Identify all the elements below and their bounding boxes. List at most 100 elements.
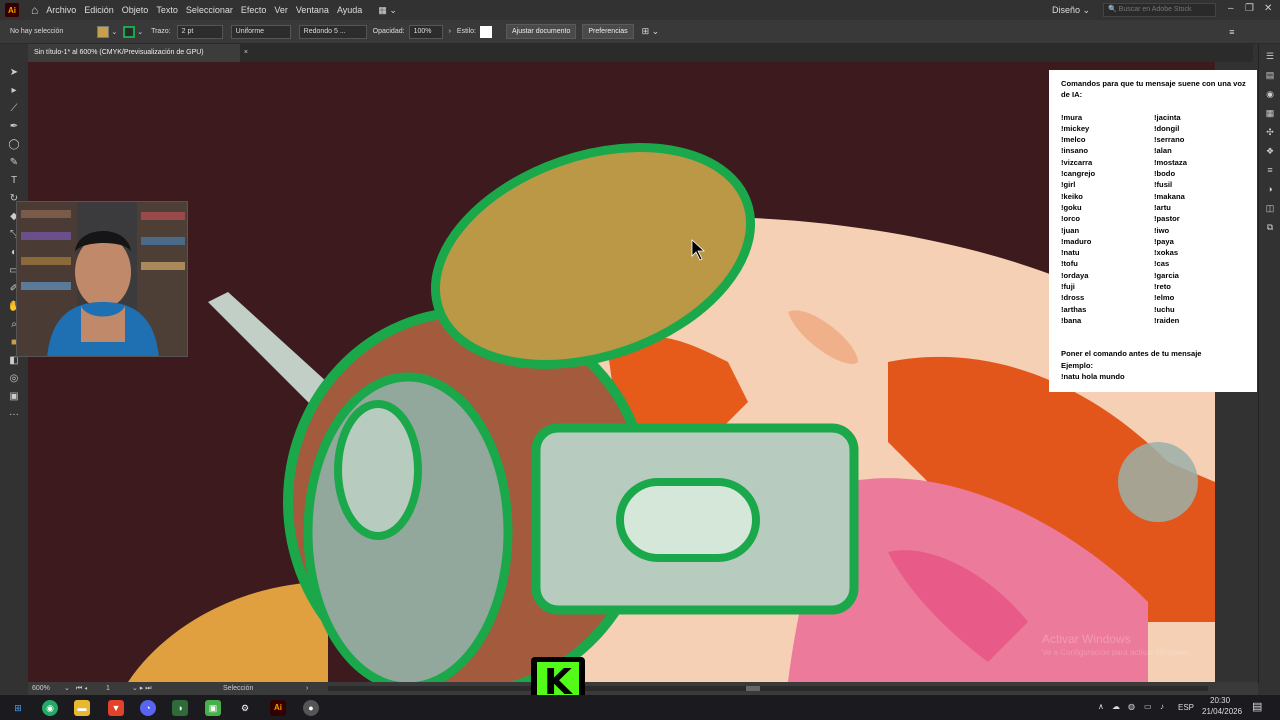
gray-window-shape <box>334 400 422 540</box>
zoom-dropdown-icon[interactable]: ⌄ <box>64 682 70 695</box>
scrollbar-thumb[interactable] <box>746 686 760 691</box>
artboards-panel-icon[interactable]: ⧉ <box>1263 220 1277 234</box>
preferences-button[interactable]: Preferencias <box>582 24 634 39</box>
list-item: !mickey <box>1061 123 1090 133</box>
menu-ventana[interactable]: Ventana <box>296 5 329 15</box>
list-item: !garcia <box>1154 270 1179 280</box>
list-item: !makana <box>1154 191 1185 201</box>
arrange-documents-icon[interactable]: ▦ ⌄ <box>378 5 397 16</box>
restore-icon[interactable]: ❐ <box>1245 0 1254 20</box>
tray-app-icon[interactable]: ☁ <box>1112 702 1120 711</box>
pen-tool-icon[interactable]: ✒ <box>7 120 21 134</box>
list-item: !melco <box>1061 135 1086 145</box>
obs-icon[interactable]: ● <box>303 700 319 716</box>
opacity-label[interactable]: Opacidad: <box>373 28 405 35</box>
fill-dropdown-icon[interactable]: ⌄ <box>111 28 117 36</box>
chrome-icon[interactable]: ◉ <box>42 700 58 716</box>
more-tools-icon[interactable]: ··· <box>7 408 21 422</box>
notifications-icon[interactable]: ▤ <box>1252 700 1262 713</box>
draw-mode-icon[interactable]: ◎ <box>7 372 21 386</box>
menu-objeto[interactable]: Objeto <box>122 5 149 15</box>
align-icon[interactable]: ⊞ ⌄ <box>642 26 660 37</box>
brave-icon[interactable]: ▼ <box>108 700 124 716</box>
stroke-panel-icon[interactable]: ≡ <box>1263 163 1277 177</box>
adjust-document-button[interactable]: Ajustar documento <box>505 24 577 39</box>
opacity-value: 100% <box>413 27 432 35</box>
menu-texto[interactable]: Texto <box>156 5 178 15</box>
list-item: !mura <box>1061 112 1083 122</box>
horizontal-scrollbar[interactable] <box>328 686 1208 691</box>
stroke-label[interactable]: Trazo: <box>151 28 171 35</box>
zoom-level[interactable]: 600% <box>32 682 50 695</box>
magic-wand-tool-icon[interactable]: ⟋ <box>7 102 21 116</box>
properties-panel-icon[interactable]: ☰ <box>1263 49 1277 63</box>
tray-chevron-icon[interactable]: ∧ <box>1098 702 1104 711</box>
document-tab[interactable]: Sin título-1* al 600% (CMYK/Previsualiza… <box>28 44 248 62</box>
language-indicator[interactable]: ESP <box>1178 703 1194 712</box>
artboard-number[interactable]: 1 <box>106 682 110 695</box>
swatches-panel-icon[interactable]: ▦ <box>1263 106 1277 120</box>
fill-swatch[interactable] <box>97 25 110 38</box>
activation-watermark-subtitle: Ve a Configuración para activar Windows. <box>1042 648 1191 657</box>
stock-search-input[interactable]: 🔍 Buscar en Adobe Stock <box>1103 3 1216 17</box>
libraries-panel-icon[interactable]: ▤ <box>1263 68 1277 82</box>
status-bar: 600% ⌄ ⏮ ◂ 1 ⌄ ▸ ⏭ Selección › <box>28 682 1258 695</box>
footer-example-label: Ejemplo: <box>1061 360 1094 370</box>
opacity-field[interactable]: 100% <box>408 24 443 39</box>
volume-icon[interactable]: ♪ <box>1160 702 1164 711</box>
status-arrow-icon[interactable]: › <box>306 682 308 695</box>
home-icon[interactable]: ⌂ <box>31 3 38 17</box>
style-swatch[interactable] <box>479 25 492 38</box>
list-item: !cas <box>1154 259 1170 269</box>
pencil-tool-icon[interactable]: ✎ <box>7 156 21 170</box>
artboard-next-icon[interactable]: ⌄ ▸ ⏭ <box>132 682 152 695</box>
stroke-swatch[interactable] <box>123 25 136 38</box>
panel-menu-icon[interactable]: ≡ <box>1229 27 1234 37</box>
list-item: !serrano <box>1154 135 1185 145</box>
artboard-nav-icon[interactable]: ⏮ ◂ <box>76 682 87 695</box>
screen-mode-icon[interactable]: ▣ <box>7 390 21 404</box>
menu-edicion[interactable]: Edición <box>84 5 114 15</box>
app-icon[interactable]: ◑ <box>172 700 188 716</box>
discord-icon[interactable]: ◔ <box>140 700 156 716</box>
clock-time[interactable]: 20:30 <box>1210 696 1230 705</box>
minimize-icon[interactable]: – <box>1228 0 1234 20</box>
workspace-label: Diseño <box>1052 5 1081 15</box>
clock-date[interactable]: 21/04/2026 <box>1202 707 1242 716</box>
workspace-switcher[interactable]: Diseño ⌄ <box>1052 0 1090 20</box>
windows-start-icon[interactable]: ⊞ <box>10 700 26 716</box>
webcam-image <box>17 202 187 356</box>
symbols-panel-icon[interactable]: ❖ <box>1263 144 1277 158</box>
illustrator-taskbar-icon[interactable]: Ai <box>270 700 286 716</box>
app-icon-2[interactable]: ▣ <box>205 700 221 716</box>
ellipse-tool-icon[interactable]: ◯ <box>7 138 21 152</box>
settings-icon[interactable]: ⚙ <box>237 700 253 716</box>
network-icon[interactable]: ▭ <box>1144 702 1152 711</box>
menu-ayuda[interactable]: Ayuda <box>337 5 362 15</box>
menu-efecto[interactable]: Efecto <box>241 5 267 15</box>
transparency-panel-icon[interactable]: ◑ <box>1263 182 1277 196</box>
menu-archivo[interactable]: Archivo <box>46 5 76 15</box>
close-tab-icon[interactable]: × <box>244 44 248 62</box>
stroke-dropdown-icon[interactable]: ⌄ <box>137 28 143 36</box>
direct-selection-tool-icon[interactable]: ▸ <box>7 84 21 98</box>
variable-width-profile[interactable]: Uniforme <box>230 24 291 39</box>
close-window-icon[interactable]: ✕ <box>1264 0 1272 20</box>
selection-tool-icon[interactable]: ➤ <box>7 66 21 80</box>
color-panel-icon[interactable]: ◉ <box>1263 87 1277 101</box>
stroke-weight-field[interactable]: 2 pt <box>176 24 223 39</box>
menu-seleccionar[interactable]: Seleccionar <box>186 5 233 15</box>
file-explorer-icon[interactable]: ▬ <box>74 700 90 716</box>
tray-app-icon-2[interactable]: ◍ <box>1128 702 1135 711</box>
menu-ver[interactable]: Ver <box>274 5 288 15</box>
brushes-panel-icon[interactable]: ✣ <box>1263 125 1277 139</box>
brush-definition[interactable]: Redondo 5 ... <box>298 24 367 39</box>
type-tool-icon[interactable]: T <box>7 174 21 188</box>
layers-panel-icon[interactable]: ◫ <box>1263 201 1277 215</box>
style-label: Estilo: <box>456 28 476 35</box>
list-item: !dross <box>1061 293 1085 303</box>
footer-instruction: Poner el comando antes de tu mensaje <box>1061 349 1202 359</box>
list-item: !reto <box>1154 282 1171 292</box>
opacity-arrow-icon[interactable]: › <box>449 28 451 35</box>
artboard-canvas[interactable] <box>28 62 1215 682</box>
